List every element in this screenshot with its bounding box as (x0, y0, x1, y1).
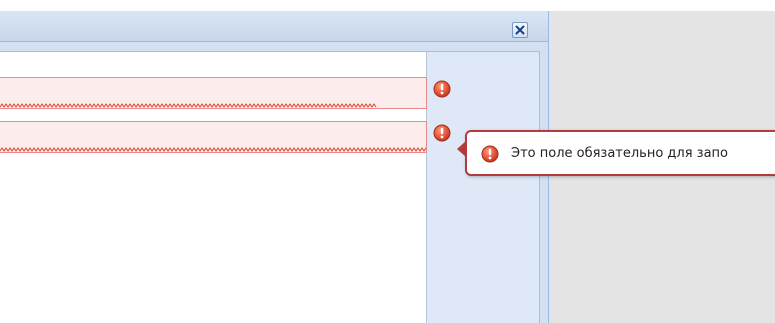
window-titlebar[interactable] (0, 11, 548, 42)
screen: Это поле обязательно для запо (0, 0, 775, 323)
field-2-error-icon[interactable] (433, 124, 451, 142)
tooltip-message: Это поле обязательно для запо (511, 146, 729, 161)
form-panel (0, 52, 427, 323)
window-body (0, 51, 540, 323)
invalid-underline (0, 103, 377, 108)
error-tooltip: Это поле обязательно для запо (465, 130, 775, 176)
exclamation-circle-icon (481, 145, 499, 163)
close-button[interactable] (512, 22, 528, 38)
field-1-error-icon[interactable] (433, 80, 451, 98)
invalid-underline (0, 147, 426, 152)
close-icon (515, 25, 525, 35)
top-strip (0, 0, 775, 11)
